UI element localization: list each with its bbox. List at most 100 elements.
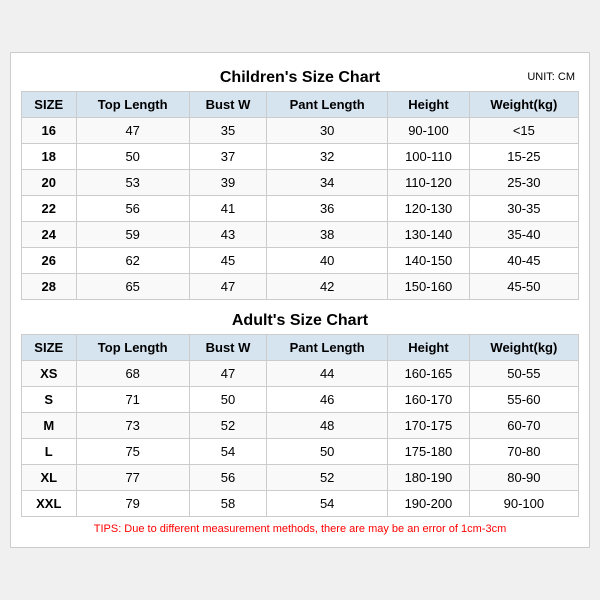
table-cell: 18 (22, 144, 77, 170)
table-row: 24594338130-14035-40 (22, 222, 579, 248)
table-cell: 62 (76, 248, 189, 274)
table-cell: 15-25 (469, 144, 578, 170)
children-header-cell: SIZE (22, 92, 77, 118)
table-cell: 65 (76, 274, 189, 300)
table-row: 22564136120-13030-35 (22, 196, 579, 222)
table-cell: 30 (267, 118, 388, 144)
children-table-body: 1647353090-100<1518503732100-11015-25205… (22, 118, 579, 300)
table-cell: 16 (22, 118, 77, 144)
children-header-cell: Top Length (76, 92, 189, 118)
children-header-cell: Bust W (189, 92, 266, 118)
table-cell: 34 (267, 170, 388, 196)
table-row: 20533934110-12025-30 (22, 170, 579, 196)
table-cell: 32 (267, 144, 388, 170)
table-cell: 20 (22, 170, 77, 196)
table-cell: 55-60 (469, 387, 578, 413)
table-cell: 47 (189, 361, 266, 387)
adult-header-cell: Height (388, 335, 470, 361)
table-cell: 50 (189, 387, 266, 413)
adult-size-table: SIZETop LengthBust WPant LengthHeightWei… (21, 334, 579, 517)
table-cell: 79 (76, 491, 189, 517)
children-title-text: Children's Size Chart (220, 69, 380, 86)
table-cell: 53 (76, 170, 189, 196)
table-cell: 180-190 (388, 465, 470, 491)
table-cell: 35-40 (469, 222, 578, 248)
table-cell: 52 (267, 465, 388, 491)
children-header-cell: Weight(kg) (469, 92, 578, 118)
table-cell: L (22, 439, 77, 465)
table-cell: 80-90 (469, 465, 578, 491)
table-cell: S (22, 387, 77, 413)
unit-label: UNIT: CM (527, 71, 575, 83)
table-cell: 140-150 (388, 248, 470, 274)
table-cell: 47 (189, 274, 266, 300)
table-cell: 120-130 (388, 196, 470, 222)
adult-chart-title: Adult's Size Chart (21, 306, 579, 334)
table-cell: 43 (189, 222, 266, 248)
table-cell: 58 (189, 491, 266, 517)
table-cell: 110-120 (388, 170, 470, 196)
table-cell: 45-50 (469, 274, 578, 300)
table-cell: 50-55 (469, 361, 578, 387)
table-cell: 22 (22, 196, 77, 222)
adult-header-cell: Top Length (76, 335, 189, 361)
table-cell: 75 (76, 439, 189, 465)
table-cell: XXL (22, 491, 77, 517)
children-header-cell: Height (388, 92, 470, 118)
table-cell: 46 (267, 387, 388, 413)
table-cell: 54 (267, 491, 388, 517)
table-cell: 24 (22, 222, 77, 248)
table-cell: 35 (189, 118, 266, 144)
adult-header-row: SIZETop LengthBust WPant LengthHeightWei… (22, 335, 579, 361)
children-chart-title: Children's Size Chart UNIT: CM (21, 63, 579, 91)
table-row: XL775652180-19080-90 (22, 465, 579, 491)
table-cell: 38 (267, 222, 388, 248)
table-row: M735248170-17560-70 (22, 413, 579, 439)
table-cell: 71 (76, 387, 189, 413)
table-cell: 68 (76, 361, 189, 387)
table-cell: 59 (76, 222, 189, 248)
table-cell: 45 (189, 248, 266, 274)
table-cell: 100-110 (388, 144, 470, 170)
table-cell: 60-70 (469, 413, 578, 439)
table-row: XS684744160-16550-55 (22, 361, 579, 387)
table-cell: 170-175 (388, 413, 470, 439)
table-cell: 48 (267, 413, 388, 439)
table-cell: 150-160 (388, 274, 470, 300)
adult-table-body: XS684744160-16550-55S715046160-17055-60M… (22, 361, 579, 517)
children-size-table: SIZETop LengthBust WPant LengthHeightWei… (21, 91, 579, 300)
table-cell: 40-45 (469, 248, 578, 274)
table-cell: <15 (469, 118, 578, 144)
table-cell: 39 (189, 170, 266, 196)
table-cell: 26 (22, 248, 77, 274)
table-row: 18503732100-11015-25 (22, 144, 579, 170)
table-cell: 77 (76, 465, 189, 491)
table-cell: 40 (267, 248, 388, 274)
table-cell: XS (22, 361, 77, 387)
table-cell: 130-140 (388, 222, 470, 248)
table-cell: 90-100 (388, 118, 470, 144)
table-cell: 25-30 (469, 170, 578, 196)
table-cell: 42 (267, 274, 388, 300)
adult-header-cell: Weight(kg) (469, 335, 578, 361)
adult-header-cell: Bust W (189, 335, 266, 361)
table-cell: 30-35 (469, 196, 578, 222)
table-cell: 28 (22, 274, 77, 300)
table-cell: 47 (76, 118, 189, 144)
table-cell: 44 (267, 361, 388, 387)
table-cell: 50 (267, 439, 388, 465)
table-cell: XL (22, 465, 77, 491)
table-cell: 37 (189, 144, 266, 170)
table-row: XXL795854190-20090-100 (22, 491, 579, 517)
table-cell: 70-80 (469, 439, 578, 465)
table-cell: 54 (189, 439, 266, 465)
adult-title-text: Adult's Size Chart (232, 312, 368, 329)
table-cell: 52 (189, 413, 266, 439)
table-cell: 41 (189, 196, 266, 222)
table-cell: 56 (76, 196, 189, 222)
table-cell: 56 (189, 465, 266, 491)
table-row: 28654742150-16045-50 (22, 274, 579, 300)
table-cell: 160-165 (388, 361, 470, 387)
table-cell: 36 (267, 196, 388, 222)
table-cell: 73 (76, 413, 189, 439)
